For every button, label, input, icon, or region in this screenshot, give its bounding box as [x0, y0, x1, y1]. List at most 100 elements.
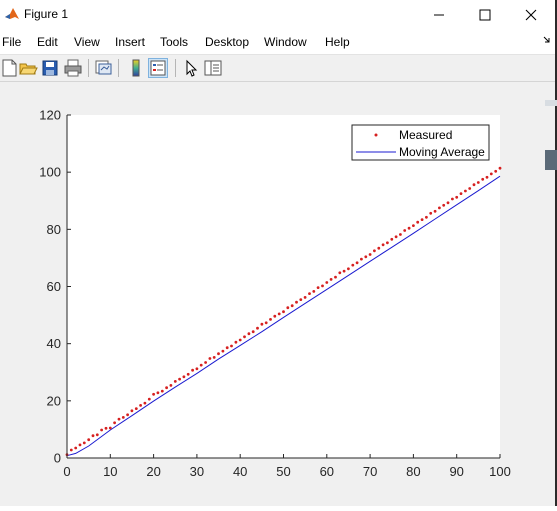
data-point-measured	[269, 318, 272, 321]
data-point-measured	[87, 438, 91, 442]
toolbar	[0, 55, 557, 82]
menu-help[interactable]: Help	[325, 35, 350, 49]
menu-edit[interactable]: Edit	[37, 35, 58, 49]
data-point-measured	[364, 255, 368, 259]
menu-view[interactable]: View	[74, 35, 100, 49]
insert-legend-button[interactable]	[148, 58, 168, 78]
data-point-measured	[481, 177, 485, 181]
x-tick-label: 40	[233, 464, 247, 479]
pointer-button[interactable]	[181, 58, 201, 78]
new-figure-button[interactable]	[0, 58, 20, 78]
data-point-measured	[277, 312, 281, 316]
data-point-measured	[134, 407, 138, 410]
data-point-measured	[459, 192, 463, 195]
minimize-button[interactable]	[416, 0, 462, 30]
data-point-measured	[425, 215, 428, 219]
data-point-measured	[494, 169, 498, 173]
data-point-measured	[451, 197, 454, 201]
data-point-measured	[416, 220, 420, 224]
x-tick-label: 100	[489, 464, 511, 479]
pointer-icon	[186, 59, 198, 77]
y-tick-label: 0	[54, 451, 61, 466]
data-point-measured	[217, 352, 220, 356]
close-button[interactable]	[508, 0, 554, 30]
data-point-measured	[91, 434, 95, 438]
data-point-measured	[377, 246, 381, 250]
open-file-button[interactable]	[18, 58, 38, 78]
data-point-measured	[498, 166, 502, 170]
data-point-measured	[433, 209, 437, 213]
data-point-measured	[334, 275, 337, 279]
data-point-measured	[381, 243, 385, 247]
axes-background[interactable]	[67, 115, 500, 458]
data-point-measured	[173, 380, 177, 383]
x-tick-label: 60	[320, 464, 334, 479]
menu-file[interactable]: File	[2, 35, 21, 49]
property-inspector-icon	[204, 60, 222, 76]
data-point-measured	[143, 401, 147, 405]
data-point-measured	[442, 203, 446, 207]
data-point-measured	[251, 330, 255, 334]
link-plot-button[interactable]	[93, 58, 113, 78]
x-tick-label: 90	[449, 464, 463, 479]
data-point-measured	[264, 321, 268, 325]
data-point-measured	[472, 183, 476, 187]
maximize-button[interactable]	[462, 0, 508, 30]
save-button[interactable]	[40, 58, 60, 78]
y-tick-label: 120	[39, 108, 61, 123]
data-point-measured	[113, 421, 116, 425]
data-point-measured	[260, 322, 264, 326]
data-point-measured	[243, 335, 246, 339]
data-point-measured	[321, 284, 324, 288]
y-tick-label: 40	[47, 336, 61, 351]
new-figure-icon	[2, 59, 17, 77]
menu-insert[interactable]: Insert	[115, 35, 145, 49]
minimize-icon	[434, 14, 444, 16]
data-point-measured	[165, 386, 169, 390]
data-point-measured	[286, 306, 290, 310]
title-bar: Figure 1	[0, 0, 557, 30]
data-point-measured	[394, 235, 398, 239]
data-point-measured	[282, 310, 285, 314]
insert-colorbar-button[interactable]	[126, 58, 146, 78]
data-point-measured	[489, 172, 493, 176]
maximize-icon	[479, 9, 491, 21]
data-point-measured	[69, 448, 73, 452]
menu-bar: File Edit View Insert Tools Desktop Wind…	[0, 31, 557, 53]
print-button[interactable]	[63, 58, 83, 78]
data-point-measured	[230, 344, 233, 348]
data-point-measured	[355, 261, 359, 265]
data-point-measured	[126, 413, 129, 417]
data-point-measured	[95, 433, 99, 437]
menu-tools[interactable]: Tools	[160, 35, 188, 49]
data-point-measured	[273, 314, 277, 318]
x-tick-label: 80	[406, 464, 420, 479]
toolbar-separator	[175, 59, 176, 77]
insert-legend-icon	[150, 60, 166, 76]
data-point-measured	[290, 304, 294, 308]
figure-canvas: 0 10 20 30 40 50 60 70 80 90 100 0 20 40 60 80 100 120 Mea…	[0, 82, 557, 506]
data-point-measured	[368, 253, 372, 256]
data-point-measured	[178, 377, 182, 381]
data-point-measured	[256, 326, 259, 330]
data-point-measured	[182, 375, 186, 379]
data-point-measured	[156, 391, 160, 395]
y-tick-label: 80	[47, 222, 61, 237]
property-inspector-button[interactable]	[203, 58, 223, 78]
x-tick-label: 0	[63, 464, 70, 479]
data-point-measured	[195, 367, 199, 371]
data-point-measured	[403, 229, 407, 232]
data-point-measured	[121, 416, 125, 419]
data-point-measured	[342, 269, 346, 273]
data-point-measured	[299, 298, 303, 301]
data-point-measured	[412, 224, 415, 228]
data-point-measured	[130, 409, 134, 413]
menu-desktop[interactable]: Desktop	[205, 35, 249, 49]
x-tick-label: 50	[276, 464, 290, 479]
menu-window[interactable]: Window	[264, 35, 307, 49]
data-point-measured	[308, 292, 311, 295]
data-point-measured	[303, 296, 307, 299]
legend-label-measured: Measured	[399, 128, 452, 142]
dock-arrow-icon[interactable]	[543, 36, 551, 44]
data-point-measured	[104, 426, 108, 430]
